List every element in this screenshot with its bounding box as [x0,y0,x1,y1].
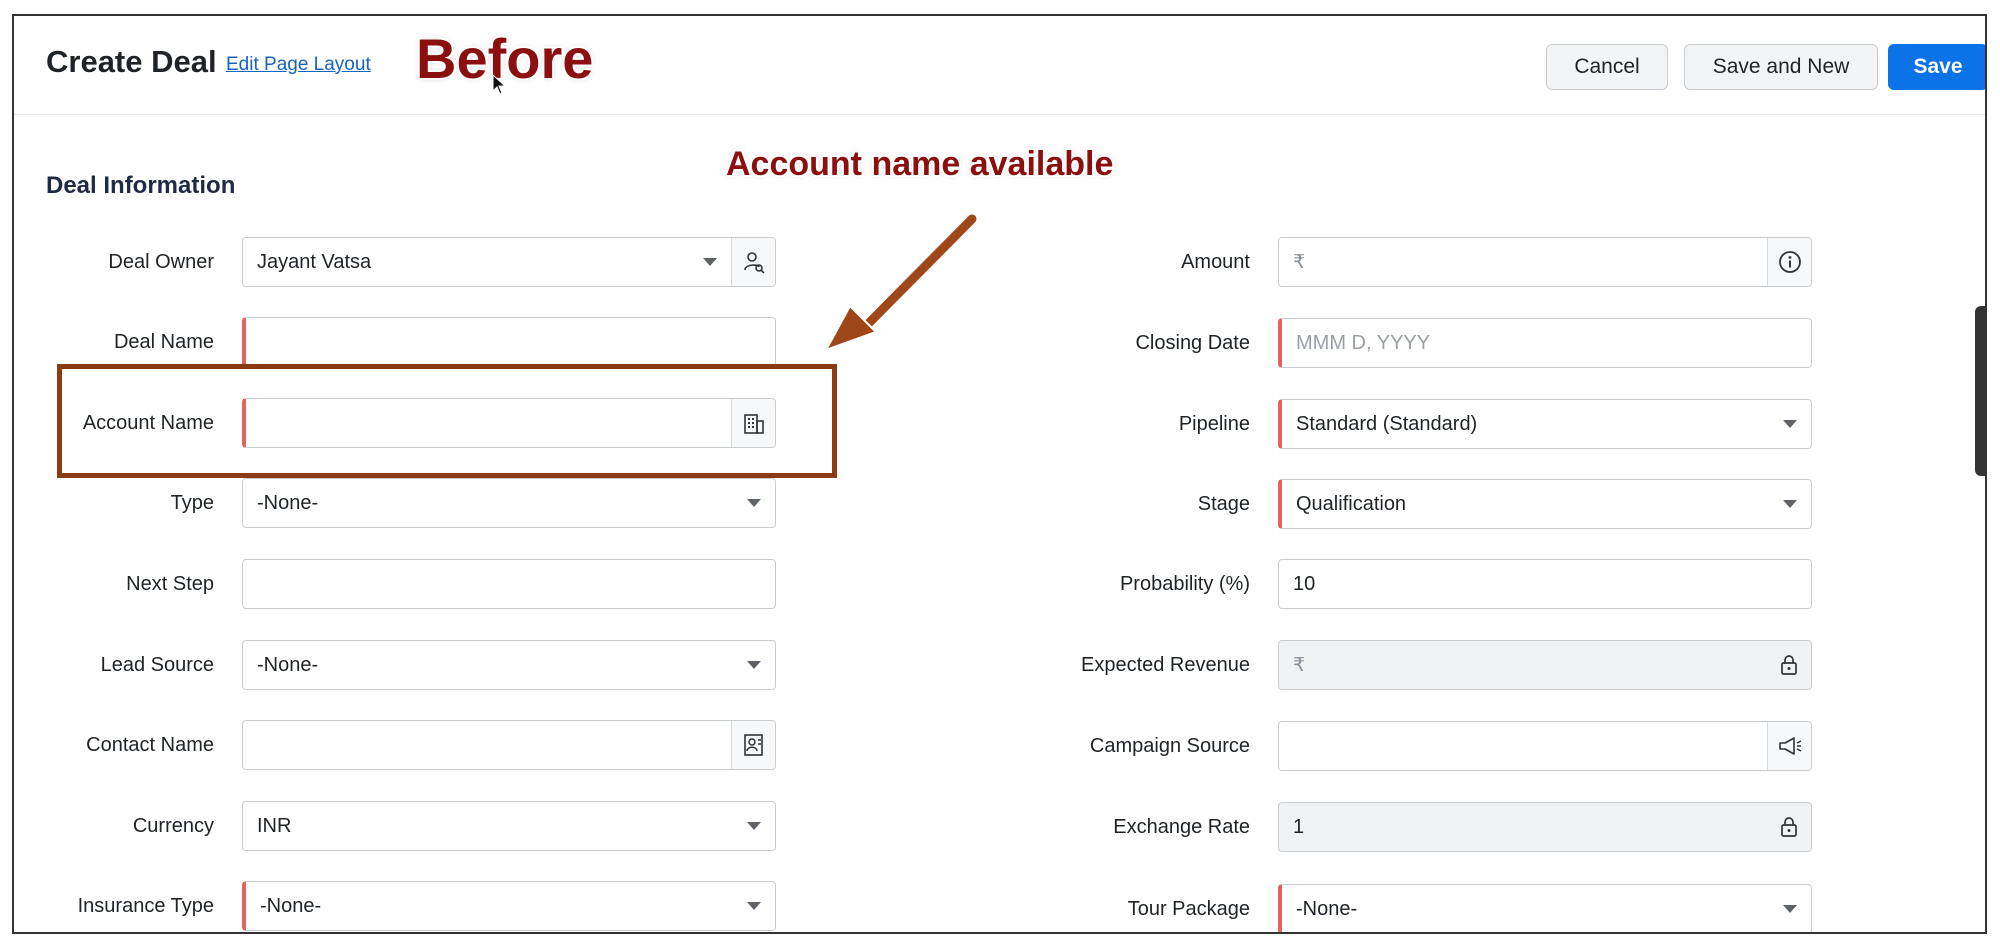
rupee-symbol: ₹ [1293,251,1306,273]
tour-package-select[interactable]: -None- [1278,884,1812,932]
deal-owner-select[interactable]: Jayant Vatsa [242,237,776,287]
tour-package-label: Tour Package [1127,898,1250,920]
pipeline-select[interactable]: Standard (Standard) [1278,399,1812,449]
stage-label: Stage [1197,493,1250,515]
tour-package-value: -None- [1296,897,1358,920]
megaphone-icon[interactable] [1767,722,1811,770]
currency-select[interactable]: INR [242,801,776,851]
contact-card-icon[interactable] [731,721,775,769]
probability-input[interactable]: 10 [1278,559,1812,609]
stage-value: Qualification [1296,492,1407,515]
type-value: -None- [257,491,319,514]
deal-owner-label: Deal Owner [108,251,214,273]
probability-value: 10 [1293,572,1316,595]
expected-revenue-label: Expected Revenue [1080,654,1250,676]
lock-icon [1767,641,1811,689]
rupee-symbol: ₹ [1293,654,1306,676]
exchange-rate-input: 1 [1278,802,1812,852]
expected-revenue-input: ₹ [1278,640,1812,690]
insurance-type-value: -None- [260,894,322,917]
user-search-icon[interactable] [731,238,775,286]
next-step-label: Next Step [126,573,214,595]
amount-input[interactable]: ₹ [1278,237,1812,287]
type-label: Type [170,492,214,514]
deal-owner-value: Jayant Vatsa [257,250,372,273]
type-select[interactable]: -None- [242,478,776,528]
contact-name-label: Contact Name [86,734,214,756]
closing-date-label: Closing Date [1135,332,1250,354]
lock-icon [1767,803,1811,851]
chevron-down-icon [747,661,761,669]
closing-date-placeholder: MMM D, YYYY [1296,331,1431,354]
lead-source-label: Lead Source [100,654,214,676]
pipeline-value: Standard (Standard) [1296,412,1478,435]
info-icon[interactable] [1767,238,1811,286]
probability-label: Probability (%) [1119,573,1250,595]
closing-date-input[interactable]: MMM D, YYYY [1278,318,1812,368]
currency-value: INR [257,814,292,837]
scrollbar[interactable] [1975,306,1985,476]
exchange-rate-label: Exchange Rate [1113,816,1250,838]
chevron-down-icon [747,499,761,507]
chevron-down-icon [1783,420,1797,428]
account-name-highlight [57,364,837,478]
pipeline-label: Pipeline [1178,413,1250,435]
chevron-down-icon [747,902,761,910]
stage-select[interactable]: Qualification [1278,479,1812,529]
chevron-down-icon [1783,500,1797,508]
deal-name-label: Deal Name [113,331,214,353]
next-step-input[interactable] [242,559,776,609]
insurance-type-label: Insurance Type [77,895,214,917]
campaign-source-label: Campaign Source [1089,735,1250,757]
currency-label: Currency [132,815,214,837]
chevron-down-icon [747,822,761,830]
chevron-down-icon [703,258,717,266]
deal-name-input[interactable] [242,317,776,367]
exchange-rate-value: 1 [1293,815,1305,838]
amount-label: Amount [1181,251,1250,273]
insurance-type-select[interactable]: -None- [242,881,776,931]
lead-source-value: -None- [257,653,319,676]
lead-source-select[interactable]: -None- [242,640,776,690]
contact-name-input[interactable] [242,720,776,770]
app-frame: Create Deal Edit Page Layout Before Canc… [12,14,1987,934]
campaign-source-input[interactable] [1278,721,1812,771]
chevron-down-icon [1783,905,1797,913]
